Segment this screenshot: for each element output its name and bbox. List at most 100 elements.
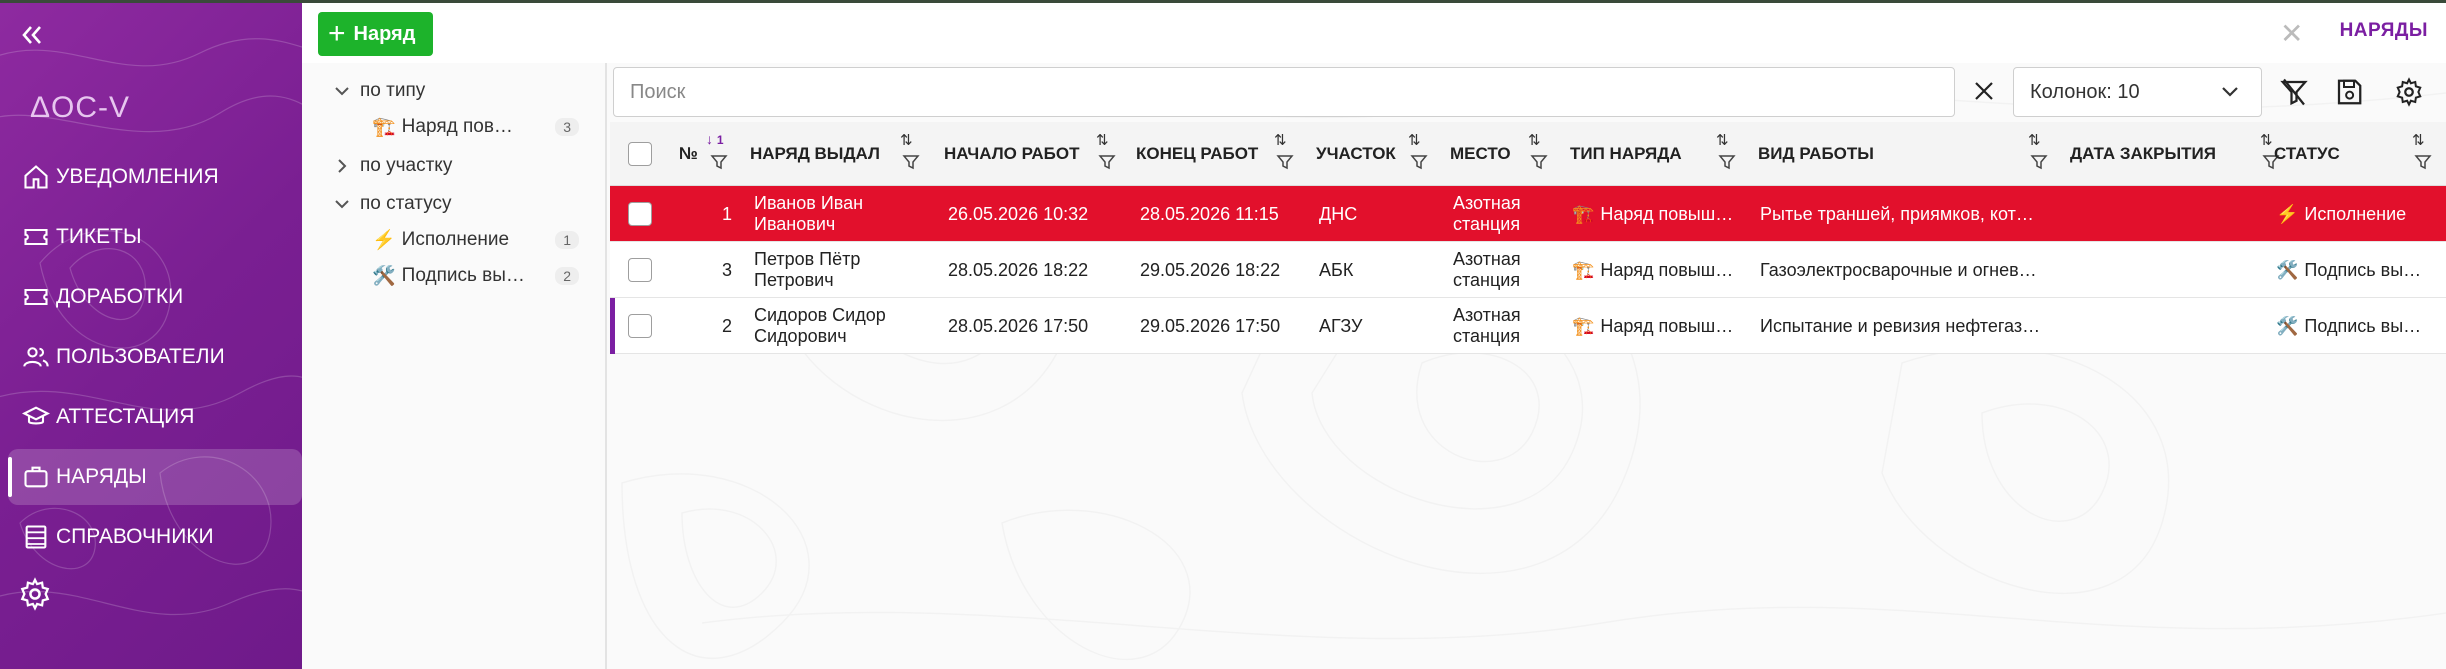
row-checkbox[interactable] (628, 202, 652, 226)
count-badge: 1 (555, 231, 579, 249)
sidebar-nav: УВЕДОМЛЕНИЯ ТИКЕТЫ ДОРАБОТКИ ПОЛЬЗОВАТЕЛ… (8, 149, 302, 569)
column-header-work-kind[interactable]: ВИД РАБОТЫ (1758, 122, 1874, 186)
tree-item[interactable]: ⚡ Исполнение 1 (302, 223, 607, 257)
filter-icon[interactable] (1410, 153, 1428, 171)
clear-filters-button[interactable] (2279, 77, 2309, 107)
column-header-place[interactable]: МЕСТО (1450, 122, 1511, 186)
table-row[interactable]: 1 Иванов Иван Иванович 26.05.2026 10:32 … (610, 186, 2446, 242)
sidebar-item-label: АТТЕСТАЦИЯ (56, 405, 195, 428)
cell-place: Азотная станция (1453, 249, 1521, 290)
column-header-closed-date[interactable]: ДАТА ЗАКРЫТИЯ (2070, 122, 2216, 186)
sort-icon[interactable]: ⇅ (1096, 131, 1109, 149)
crane-icon: 🏗️ (1572, 203, 1595, 224)
sort-icon[interactable]: ⇅ (2412, 131, 2425, 149)
filter-icon[interactable] (710, 153, 728, 171)
tree-item-label: Наряд пов… (401, 116, 513, 137)
filter-icon[interactable] (2414, 153, 2432, 171)
sidebar-item-label: УВЕДОМЛЕНИЯ (56, 165, 219, 188)
tree-item[interactable]: 🛠️ Подпись вы… 2 (302, 259, 607, 293)
plus-icon: + (328, 17, 346, 50)
collapse-sidebar-button[interactable] (18, 21, 50, 53)
users-icon (20, 341, 52, 373)
tree-group-label: по участку (360, 155, 453, 176)
filter-icon[interactable] (2030, 153, 2048, 171)
ticket-icon (20, 221, 52, 253)
column-header-start[interactable]: НАЧАЛО РАБОТ (944, 122, 1080, 186)
sidebar: ΔOC-V УВЕДОМЛЕНИЯ ТИКЕТЫ ДОРАБОТКИ ПОЛЬЗ… (0, 3, 302, 669)
filter-off-icon (2280, 78, 2308, 106)
sidebar-item-label: ДОРАБОТКИ (56, 285, 184, 308)
table-row[interactable]: 2 Сидоров Сидор Сидорович 28.05.2026 17:… (610, 298, 2446, 354)
search-input[interactable]: Поиск (613, 67, 1955, 117)
sidebar-item-users[interactable]: ПОЛЬЗОВАТЕЛИ (8, 329, 302, 385)
tree-group-by-area[interactable]: по участку (302, 149, 607, 183)
save-button[interactable] (2334, 77, 2364, 107)
sidebar-item-notifications[interactable]: УВЕДОМЛЕНИЯ (8, 149, 302, 205)
column-header-issuer[interactable]: НАРЯД ВЫДАЛ (750, 122, 880, 186)
cell-issuer: Петров Пётр Петрович (754, 249, 861, 290)
table-row[interactable]: 3 Петров Пётр Петрович 28.05.2026 18:22 … (610, 242, 2446, 298)
filter-icon[interactable] (1276, 153, 1294, 171)
table-settings-button[interactable] (2394, 77, 2424, 107)
sidebar-item-directories[interactable]: СПРАВОЧНИКИ (8, 509, 302, 565)
filter-icon[interactable] (1530, 153, 1548, 171)
cell-status: ⚡ Исполнение (2276, 203, 2407, 224)
row-checkbox[interactable] (628, 258, 652, 282)
gear-icon (2396, 77, 2422, 107)
filter-icon[interactable] (1098, 153, 1116, 171)
cell-number: 2 (721, 315, 732, 336)
filter-icon[interactable] (1718, 153, 1736, 171)
chevron-down-icon[interactable] (332, 198, 352, 210)
column-header-type[interactable]: ТИП НАРЯДА (1570, 122, 1682, 186)
sidebar-item-work-orders[interactable]: НАРЯДЫ (8, 449, 302, 505)
tree-group-by-type[interactable]: по типу (302, 74, 607, 108)
sidebar-item-tickets[interactable]: ТИКЕТЫ (8, 209, 302, 265)
settings-button[interactable] (18, 577, 52, 611)
cell-area: ДНС (1319, 203, 1358, 224)
column-header-number[interactable]: № (679, 122, 698, 186)
cell-work-kind: Рытье траншей, приямков, кот… (1760, 203, 2034, 224)
lightning-icon: ⚡ (2276, 203, 2299, 224)
tree-item[interactable]: 🏗️ Наряд пов… 3 (302, 110, 607, 144)
crane-icon: 🏗️ (372, 117, 396, 138)
chevron-down-icon[interactable] (332, 85, 352, 97)
add-button-label: Наряд (353, 22, 416, 45)
sort-icon[interactable]: ⇅ (1408, 131, 1421, 149)
sidebar-item-certification[interactable]: АТТЕСТАЦИЯ (8, 389, 302, 445)
select-all-checkbox[interactable] (628, 142, 652, 166)
row-checkbox[interactable] (628, 314, 652, 338)
sort-icon[interactable]: ⇅ (1716, 131, 1729, 149)
header: + Наряд ✕ НАРЯДЫ (302, 3, 2446, 63)
count-badge: 2 (555, 267, 579, 285)
sort-active-icon[interactable]: ↓ 1 (706, 131, 724, 147)
column-header-end[interactable]: КОНЕЦ РАБОТ (1136, 122, 1258, 186)
tree-group-by-status[interactable]: по статусу (302, 187, 607, 221)
graduation-cap-icon (20, 401, 52, 433)
sort-icon[interactable]: ⇅ (900, 131, 913, 149)
cell-work-kind: Газоэлектросварочные и огнев… (1760, 259, 2037, 280)
sidebar-item-label: НАРЯДЫ (56, 465, 147, 488)
cell-start: 28.05.2026 17:50 (948, 315, 1089, 336)
sort-icon[interactable]: ⇅ (2028, 131, 2041, 149)
save-icon (2337, 79, 2362, 105)
cell-type: 🏗️ Наряд повыш… (1572, 203, 1734, 224)
sort-icon[interactable]: ⇅ (1274, 131, 1287, 149)
row-marker (610, 298, 615, 354)
column-header-area[interactable]: УЧАСТОК (1316, 122, 1396, 186)
chevron-right-icon[interactable] (332, 158, 352, 174)
tree-item-label: Подпись вы… (401, 265, 525, 286)
lightning-icon: ⚡ (372, 230, 396, 251)
filter-icon[interactable] (902, 153, 920, 171)
columns-select[interactable]: Колонок: 10 (2013, 67, 2262, 117)
sort-icon[interactable]: ⇅ (1528, 131, 1541, 149)
add-work-order-button[interactable]: + Наряд (318, 12, 433, 56)
clear-search-button[interactable] (1966, 73, 2002, 109)
cell-end: 29.05.2026 17:50 (1140, 315, 1281, 336)
cell-issuer: Сидоров Сидор Сидорович (754, 305, 886, 346)
double-chevron-left-icon (22, 26, 41, 44)
close-icon[interactable]: ✕ (2280, 17, 2303, 50)
briefcase-icon (20, 461, 52, 493)
column-header-status[interactable]: СТАТУС (2274, 122, 2340, 186)
sidebar-item-improvements[interactable]: ДОРАБОТКИ (8, 269, 302, 325)
sort-icon[interactable]: ⇅ (2260, 131, 2273, 149)
